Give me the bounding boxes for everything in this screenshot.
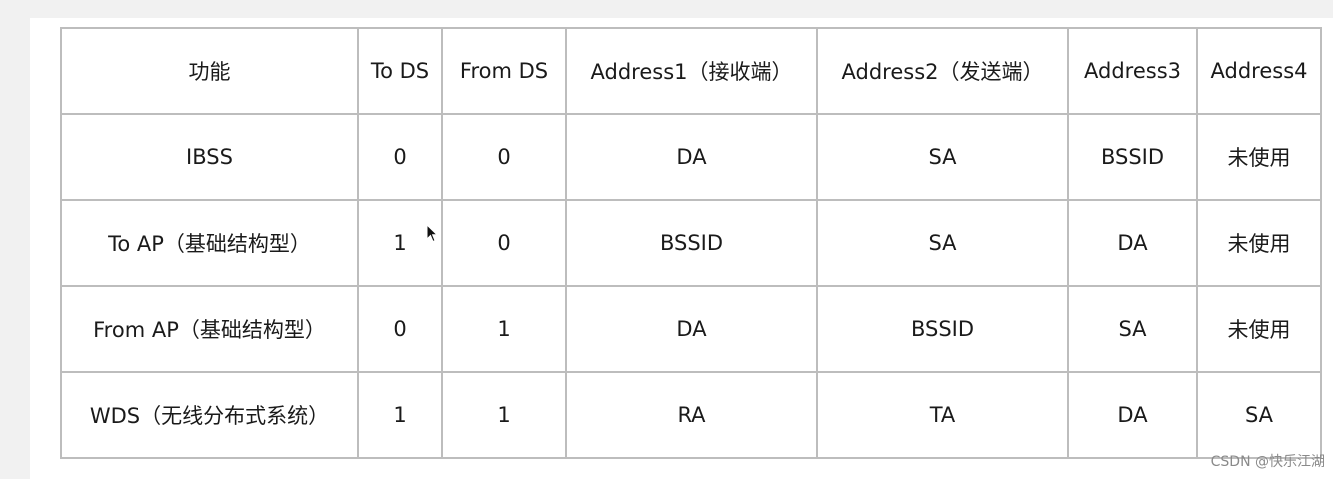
table-row: From AP（基础结构型） 0 1 DA BSSID SA 未使用 (60, 285, 1322, 373)
table-cell: BSSID (1067, 113, 1198, 201)
header-cell-address2: Address2（发送端） (816, 27, 1069, 115)
table-cell: 1 (441, 371, 567, 459)
table-cell: 未使用 (1196, 199, 1322, 287)
table-cell: BSSID (816, 285, 1069, 373)
table-cell: TA (816, 371, 1069, 459)
header-cell-from-ds: From DS (441, 27, 567, 115)
table-cell: BSSID (565, 199, 818, 287)
table-cell: SA (816, 113, 1069, 201)
header-cell-address1: Address1（接收端） (565, 27, 818, 115)
table-cell: DA (565, 285, 818, 373)
table-cell: DA (1067, 371, 1198, 459)
table-cell: SA (816, 199, 1069, 287)
table-cell: WDS（无线分布式系统） (60, 371, 359, 459)
table-cell: RA (565, 371, 818, 459)
table-cell: 未使用 (1196, 113, 1322, 201)
table-row: To AP（基础结构型） 1 0 BSSID SA DA 未使用 (60, 199, 1322, 287)
table-cell: 1 (357, 371, 443, 459)
table-cell: IBSS (60, 113, 359, 201)
table-cell: 0 (357, 113, 443, 201)
header-cell-address4: Address4 (1196, 27, 1322, 115)
table-cell: DA (1067, 199, 1198, 287)
table-cell: DA (565, 113, 818, 201)
table-row: WDS（无线分布式系统） 1 1 RA TA DA SA (60, 371, 1322, 459)
table-cell: 未使用 (1196, 285, 1322, 373)
table-cell: SA (1067, 285, 1198, 373)
table-header-row: 功能 To DS From DS Address1（接收端） Address2（… (60, 27, 1322, 115)
table-cell: 1 (441, 285, 567, 373)
header-cell-to-ds: To DS (357, 27, 443, 115)
table-row: IBSS 0 0 DA SA BSSID 未使用 (60, 113, 1322, 201)
table-cell: 0 (441, 113, 567, 201)
document-page: 功能 To DS From DS Address1（接收端） Address2（… (30, 18, 1333, 479)
header-cell-function: 功能 (60, 27, 359, 115)
watermark-label: CSDN @快乐江湖 (1210, 454, 1325, 470)
table-cell: To AP（基础结构型） (60, 199, 359, 287)
table-cell: 0 (357, 285, 443, 373)
table-cell: 0 (441, 199, 567, 287)
mouse-cursor-icon (426, 224, 438, 243)
header-cell-address3: Address3 (1067, 27, 1198, 115)
table-cell: From AP（基础结构型） (60, 285, 359, 373)
table-cell: SA (1196, 371, 1322, 459)
address-field-table: 功能 To DS From DS Address1（接收端） Address2（… (60, 27, 1322, 459)
